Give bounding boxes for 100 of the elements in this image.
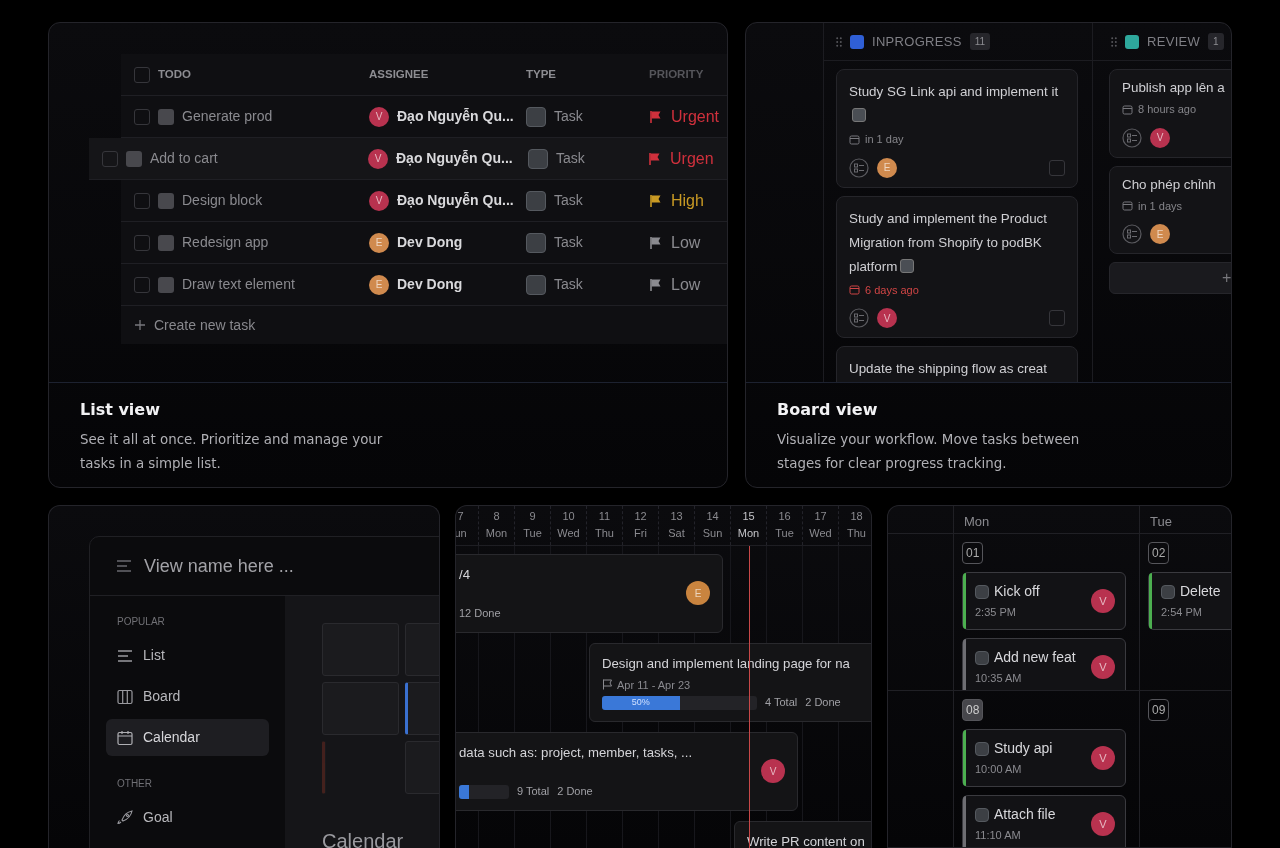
flag-icon (602, 679, 613, 691)
priority-label: Low (671, 274, 701, 295)
add-task-button[interactable]: + (1109, 262, 1231, 294)
event-title: Delete (1180, 582, 1221, 602)
task-title[interactable]: Redesign app (182, 232, 269, 253)
task-title: Publish app lên a (1122, 79, 1226, 97)
checkbox[interactable] (134, 276, 150, 293)
avatar: E (369, 232, 389, 253)
day-number: 13 (669, 509, 684, 524)
task-title[interactable]: Draw text element (182, 274, 295, 295)
task-card[interactable]: Study and implement the Product Migration from Shopify to podBK platform 6 days ago V (836, 195, 1078, 338)
calendar-icon (849, 133, 860, 145)
avatar: V (368, 148, 388, 169)
checkbox[interactable] (134, 234, 150, 251)
checkbox[interactable] (1049, 310, 1065, 326)
event-title: Add new feat (994, 648, 1076, 668)
view-option[interactable]: Goal (106, 799, 269, 836)
task-type: Task (554, 275, 583, 294)
status-icon (158, 192, 174, 209)
task-type-icon (975, 584, 989, 599)
task-card[interactable]: Publish app lên a 8 hours ago V (1109, 69, 1231, 158)
day-number: 15 (741, 509, 756, 524)
task-title: Update the shipping flow as creat (849, 361, 1047, 376)
task-stat: 2 Done (557, 784, 593, 800)
weekday-label: Sat (667, 526, 686, 541)
drag-handle-icon[interactable] (836, 36, 842, 47)
subtask-icon (1122, 127, 1142, 148)
view-name-field[interactable]: View name here ... (142, 551, 362, 581)
progress-label: 50% (631, 695, 650, 709)
timeline-task-bar[interactable]: data such as: project, member, tasks, ... 9 Total 2 Done V (456, 731, 798, 811)
plus-icon (134, 319, 146, 331)
avatar: E (686, 581, 710, 606)
checkbox[interactable] (134, 192, 150, 209)
subtask-icon (849, 157, 869, 178)
task-type-icon (1161, 584, 1175, 599)
avatar: V (369, 190, 389, 211)
event-time: 2:35 PM (975, 605, 1017, 621)
task-title[interactable]: Add to cart (150, 148, 218, 169)
status-icon (158, 234, 174, 251)
column-title: REVIEW (1147, 32, 1201, 51)
calendar-icon (1122, 200, 1133, 212)
date-number: 09 (1148, 699, 1170, 721)
event-title: Attach file (994, 805, 1056, 825)
calendar-event[interactable]: Study api 10:00 AM V (962, 729, 1126, 787)
checkbox[interactable] (102, 150, 118, 167)
feature-description: See it all at once. Prioritize and manage your tasks in a simple list. (80, 431, 384, 473)
date-number: 02 (1148, 542, 1170, 564)
avatar: E (1150, 224, 1170, 244)
checkbox[interactable] (1049, 159, 1065, 176)
preview-title: Calendar (322, 829, 405, 848)
drag-handle-icon[interactable] (1111, 36, 1117, 47)
calendar-event[interactable]: Add new feat 10:35 AM V (962, 638, 1126, 690)
task-title: Cho phép chỉnh (1122, 175, 1217, 194)
task-type-icon (526, 232, 546, 253)
event-time: 2:54 PM (1161, 605, 1203, 621)
weekday-label: Tue (1150, 514, 1172, 529)
avatar: E (369, 274, 389, 295)
checkbox[interactable] (134, 66, 150, 83)
view-option[interactable]: Calendar (106, 719, 269, 756)
event-time: 11:10 AM (975, 828, 1022, 844)
task-card[interactable]: Update the shipping flow as creat (836, 346, 1078, 382)
column-header: TYPE (526, 66, 557, 82)
task-stat: 2 Done (805, 695, 841, 711)
day-number: 18 (849, 509, 864, 524)
task-title[interactable]: Design block (182, 190, 263, 211)
task-type-icon (526, 106, 546, 127)
date-number: 01 (962, 542, 984, 564)
task-stat: 12 Done (459, 606, 501, 622)
feature-title: List view (80, 399, 161, 421)
column-header: ASSIGNEE (369, 66, 429, 82)
checkbox[interactable] (134, 108, 150, 125)
day-number: 16 (777, 509, 792, 524)
calendar-event[interactable]: Attach file 11:10 AM V (962, 795, 1126, 847)
feature-title: Board view (777, 399, 879, 421)
due-date: 6 days ago (865, 282, 919, 298)
task-card[interactable]: Cho phép chỉnh in 1 days E (1109, 165, 1231, 254)
timeline-task-bar[interactable]: /4 12 Done E (456, 553, 723, 633)
avatar: V (1091, 655, 1115, 679)
task-type: Task (554, 191, 583, 210)
task-type-icon (528, 148, 548, 169)
day-number: 8 (492, 509, 501, 524)
task-card[interactable]: Study SG Link api and implement it in 1 day E (836, 69, 1078, 188)
avatar: V (761, 759, 785, 784)
task-title[interactable]: Generate prod (182, 106, 273, 127)
view-option[interactable]: List (106, 637, 269, 674)
weekday-label: Wed (556, 526, 581, 541)
assignee-name: Dev Dong (397, 233, 463, 252)
weekday-label: Thu (846, 526, 867, 541)
calendar-icon (1122, 103, 1133, 115)
calendar-event[interactable]: Kick off 2:35 PM V (962, 572, 1126, 630)
create-task-link[interactable]: Create new task (154, 314, 256, 336)
calendar-event[interactable]: Delete 2:54 PM (1148, 572, 1231, 630)
task-stat: 9 Total (517, 784, 550, 800)
view-option[interactable]: Board (106, 678, 269, 715)
avatar: V (877, 308, 897, 328)
weekday-label: Thu (594, 526, 615, 541)
calendar-icon (849, 284, 860, 296)
task-stat: 4 Total (765, 695, 798, 711)
event-time: 10:00 AM (975, 762, 1023, 778)
avatar: V (1150, 127, 1170, 148)
